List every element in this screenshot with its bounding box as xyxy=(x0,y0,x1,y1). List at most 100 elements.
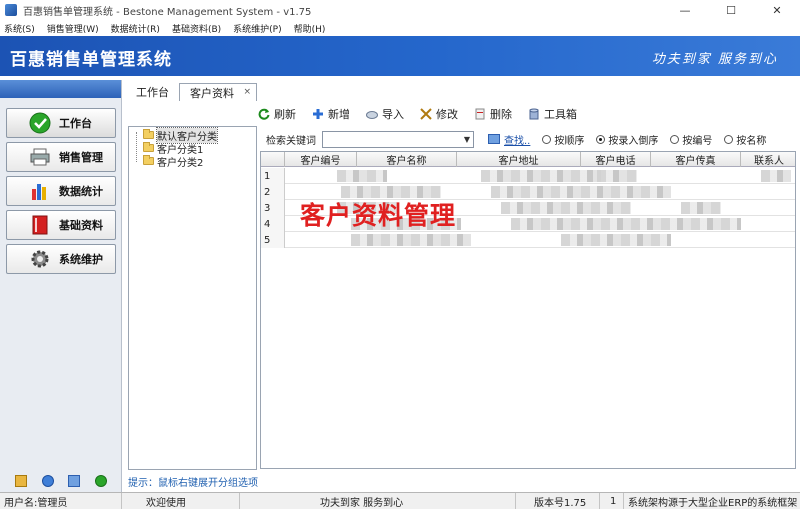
sort-order-label: 按顺序 xyxy=(554,135,585,147)
import-icon xyxy=(366,108,378,120)
menu-stats[interactable]: 数据统计(R) xyxy=(111,22,160,35)
nav-workbench-button[interactable]: 工作台 xyxy=(6,108,116,138)
sidebar-footer-icons xyxy=(0,470,122,492)
nav-stats-label: 数据统计 xyxy=(59,185,103,198)
menu-sales[interactable]: 销售管理(W) xyxy=(47,22,99,35)
status-bar: 用户名:管理员 欢迎使用 功夫到家 服务到心 版本号1.75 1 系统架构源于大… xyxy=(0,492,800,509)
tree-lines xyxy=(136,132,137,162)
radio-icon xyxy=(670,134,680,144)
import-label: 导入 xyxy=(382,108,404,121)
close-button[interactable]: ✕ xyxy=(754,0,800,20)
toolbox-icon xyxy=(528,108,540,120)
nav-sales-button[interactable]: 销售管理 xyxy=(6,142,116,172)
tree-item-category2[interactable]: 客户分类2 xyxy=(129,155,256,169)
tree-item-category1[interactable]: 客户分类1 xyxy=(129,142,256,156)
monitor-icon[interactable] xyxy=(68,475,81,487)
nav-workbench-label: 工作台 xyxy=(59,117,92,130)
sort-radio-name[interactable]: 按名称 xyxy=(724,132,766,147)
row-number-header xyxy=(261,152,285,167)
nav-stats-button[interactable]: 数据统计 xyxy=(6,176,116,206)
sort-radio-order[interactable]: 按顺序 xyxy=(542,132,584,147)
radio-icon xyxy=(542,134,552,144)
col-fax[interactable]: 客户传真 xyxy=(651,152,741,167)
nav-sales-label: 销售管理 xyxy=(59,151,103,164)
exit-icon[interactable] xyxy=(94,475,107,487)
row-number: 1 xyxy=(261,168,285,184)
redacted-cell xyxy=(491,186,671,198)
check-circle-icon xyxy=(29,112,51,134)
redacted-cell xyxy=(681,202,721,214)
edit-label: 修改 xyxy=(436,108,458,121)
status-welcome: 欢迎使用 xyxy=(122,492,240,509)
menu-system[interactable]: 系统(S) xyxy=(4,22,35,35)
app-slogan: 功夫到家 服务到心 xyxy=(651,52,778,67)
search-combo[interactable]: ▼ xyxy=(322,130,474,148)
status-note: 系统架构源于大型企业ERP的系统框架 xyxy=(628,497,798,509)
tab-workbench-label: 工作台 xyxy=(136,86,169,99)
menu-basic[interactable]: 基础资料(B) xyxy=(172,22,221,35)
import-button[interactable]: 导入 xyxy=(366,106,404,122)
menu-maintenance[interactable]: 系统维护(P) xyxy=(233,22,281,35)
tree-item-default[interactable]: 默认客户分类 xyxy=(129,126,256,144)
sort-reverse-label: 按录入倒序 xyxy=(608,135,659,147)
col-contact[interactable]: 联系人 xyxy=(741,152,795,167)
delete-label: 删除 xyxy=(490,108,512,121)
tab-strip: 工作台 客户资料 × xyxy=(126,82,257,101)
find-icon xyxy=(488,134,500,144)
refresh-icon xyxy=(258,108,270,120)
sidebar: 工作台 销售管理 数据统计 基础资料 系统维护 xyxy=(0,80,122,492)
tab-close-icon[interactable]: × xyxy=(243,87,251,97)
toolbox-label: 工具箱 xyxy=(544,108,577,121)
redacted-cell xyxy=(597,170,637,182)
edit-button[interactable]: 修改 xyxy=(420,106,458,122)
table-header: 客户编号 客户名称 客户地址 客户电话 客户传真 联系人 xyxy=(261,152,795,167)
category-tree: 默认客户分类 客户分类1 客户分类2 xyxy=(128,126,257,470)
row-number: 4 xyxy=(261,216,285,232)
search-row: 检索关键词 ▼ 查找.. 按顺序 按录入倒序 按编号 按名称 xyxy=(260,130,796,148)
delete-icon xyxy=(474,108,486,120)
delete-button[interactable]: 删除 xyxy=(474,106,512,122)
find-button[interactable]: 查找.. xyxy=(488,132,530,147)
chevron-down-icon[interactable]: ▼ xyxy=(464,135,470,144)
nav-maintenance-label: 系统维护 xyxy=(59,253,103,266)
menu-bar: 系统(S) 销售管理(W) 数据统计(R) 基础资料(B) 系统维护(P) 帮助… xyxy=(0,20,800,36)
tab-customer[interactable]: 客户资料 × xyxy=(179,83,257,101)
page-overlay-title: 客户资料管理 xyxy=(300,201,457,230)
info-icon[interactable] xyxy=(41,475,54,487)
folder-icon xyxy=(143,155,154,165)
tree-item-label: 客户分类2 xyxy=(157,157,204,169)
minimize-button[interactable]: — xyxy=(662,0,708,20)
nav-basic-label: 基础资料 xyxy=(59,219,103,232)
menu-help[interactable]: 帮助(H) xyxy=(294,22,326,35)
note-icon[interactable] xyxy=(15,475,28,487)
col-address[interactable]: 客户地址 xyxy=(457,152,581,167)
sort-radio-code[interactable]: 按编号 xyxy=(670,132,712,147)
col-phone[interactable]: 客户电话 xyxy=(581,152,651,167)
sort-code-label: 按编号 xyxy=(682,135,713,147)
folder-icon xyxy=(143,142,154,152)
toolbox-button[interactable]: 工具箱 xyxy=(528,106,577,122)
refresh-label: 刷新 xyxy=(274,108,296,121)
refresh-button[interactable]: 刷新 xyxy=(258,106,296,122)
table-row[interactable]: 1 xyxy=(261,168,795,184)
bar-chart-icon xyxy=(29,180,51,202)
status-user: 用户名:管理员 xyxy=(0,492,122,509)
tab-workbench[interactable]: 工作台 xyxy=(126,83,179,101)
table-row[interactable]: 5 xyxy=(261,232,795,248)
status-motto: 功夫到家 服务到心 xyxy=(240,492,516,509)
redacted-cell xyxy=(511,218,741,230)
maximize-button[interactable]: ☐ xyxy=(708,0,754,20)
add-button[interactable]: 新增 xyxy=(312,106,350,122)
row-number: 2 xyxy=(261,184,285,200)
col-code[interactable]: 客户编号 xyxy=(285,152,357,167)
status-count: 1 xyxy=(600,492,624,509)
redacted-cell xyxy=(501,202,631,214)
add-icon xyxy=(312,108,324,120)
sort-radio-reverse[interactable]: 按录入倒序 xyxy=(596,132,658,147)
col-name[interactable]: 客户名称 xyxy=(357,152,457,167)
tab-customer-label: 客户资料 xyxy=(190,86,234,100)
redacted-cell xyxy=(561,234,671,246)
nav-basic-button[interactable]: 基础资料 xyxy=(6,210,116,240)
window-title: 百惠销售单管理系统 - Bestone Management System - … xyxy=(23,6,312,18)
nav-maintenance-button[interactable]: 系统维护 xyxy=(6,244,116,274)
